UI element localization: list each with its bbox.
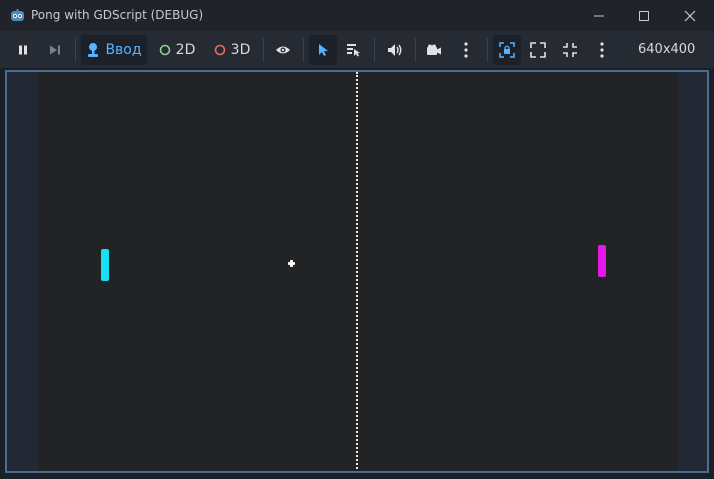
ball [288, 260, 295, 267]
toolbar-separator [263, 38, 264, 62]
joystick-icon [86, 42, 100, 58]
eye-icon [275, 44, 291, 56]
window-title: Pong with GDScript (DEBUG) [31, 8, 204, 22]
camera-icon [426, 44, 442, 56]
pointer-icon [317, 43, 329, 57]
next-frame-icon [48, 44, 62, 56]
pause-icon [17, 44, 29, 56]
toolbar-separator [75, 38, 76, 62]
maximize-icon [638, 10, 650, 22]
select-mode-button[interactable] [309, 35, 337, 65]
maximize-button[interactable] [621, 0, 667, 31]
mode-2d-button[interactable]: 2D [152, 35, 202, 65]
camera-options-button[interactable] [452, 35, 480, 65]
toolbar-separator [415, 38, 416, 62]
toolbar-separator [374, 38, 375, 62]
list-select-button[interactable] [340, 35, 368, 65]
title-bar: Pong with GDScript (DEBUG) [0, 0, 714, 31]
center-divider-line [356, 72, 358, 471]
minimize-icon [593, 10, 605, 22]
ring-2d-icon [159, 44, 171, 56]
input-toggle-label: Ввод [105, 42, 142, 58]
mode-2d-label: 2D [175, 42, 196, 58]
kebab-menu-icon [464, 42, 468, 58]
view-options-button[interactable] [588, 35, 616, 65]
debug-toolbar: Ввод 2D 3D 640x400 [0, 31, 714, 68]
close-icon [684, 10, 696, 22]
ring-3d-icon [214, 44, 226, 56]
godot-app-icon [10, 8, 25, 23]
visibility-button[interactable] [268, 35, 298, 65]
expand-icon [530, 42, 546, 58]
speaker-icon [387, 43, 403, 57]
stretch-button[interactable] [524, 35, 552, 65]
minimize-button[interactable] [576, 0, 622, 31]
right-paddle [598, 245, 606, 277]
aspect-lock-icon [499, 42, 515, 58]
left-paddle [101, 249, 109, 281]
resolution-label: 640x400 [638, 42, 696, 57]
game-viewport[interactable] [5, 70, 709, 473]
fullscreen-icon [562, 42, 578, 58]
pause-button[interactable] [8, 35, 38, 65]
toolbar-separator [487, 38, 488, 62]
next-frame-button[interactable] [40, 35, 70, 65]
keep-aspect-button[interactable] [493, 35, 521, 65]
close-button[interactable] [667, 0, 713, 31]
mode-3d-label: 3D [230, 42, 251, 58]
input-toggle-button[interactable]: Ввод [81, 35, 147, 65]
audio-button[interactable] [380, 35, 410, 65]
list-select-icon [346, 43, 362, 57]
kebab-menu-icon [600, 42, 604, 58]
toolbar-separator [303, 38, 304, 62]
fullscreen-button[interactable] [556, 35, 584, 65]
game-field [38, 72, 678, 471]
mode-3d-button[interactable]: 3D [207, 35, 257, 65]
camera-button[interactable] [420, 35, 448, 65]
